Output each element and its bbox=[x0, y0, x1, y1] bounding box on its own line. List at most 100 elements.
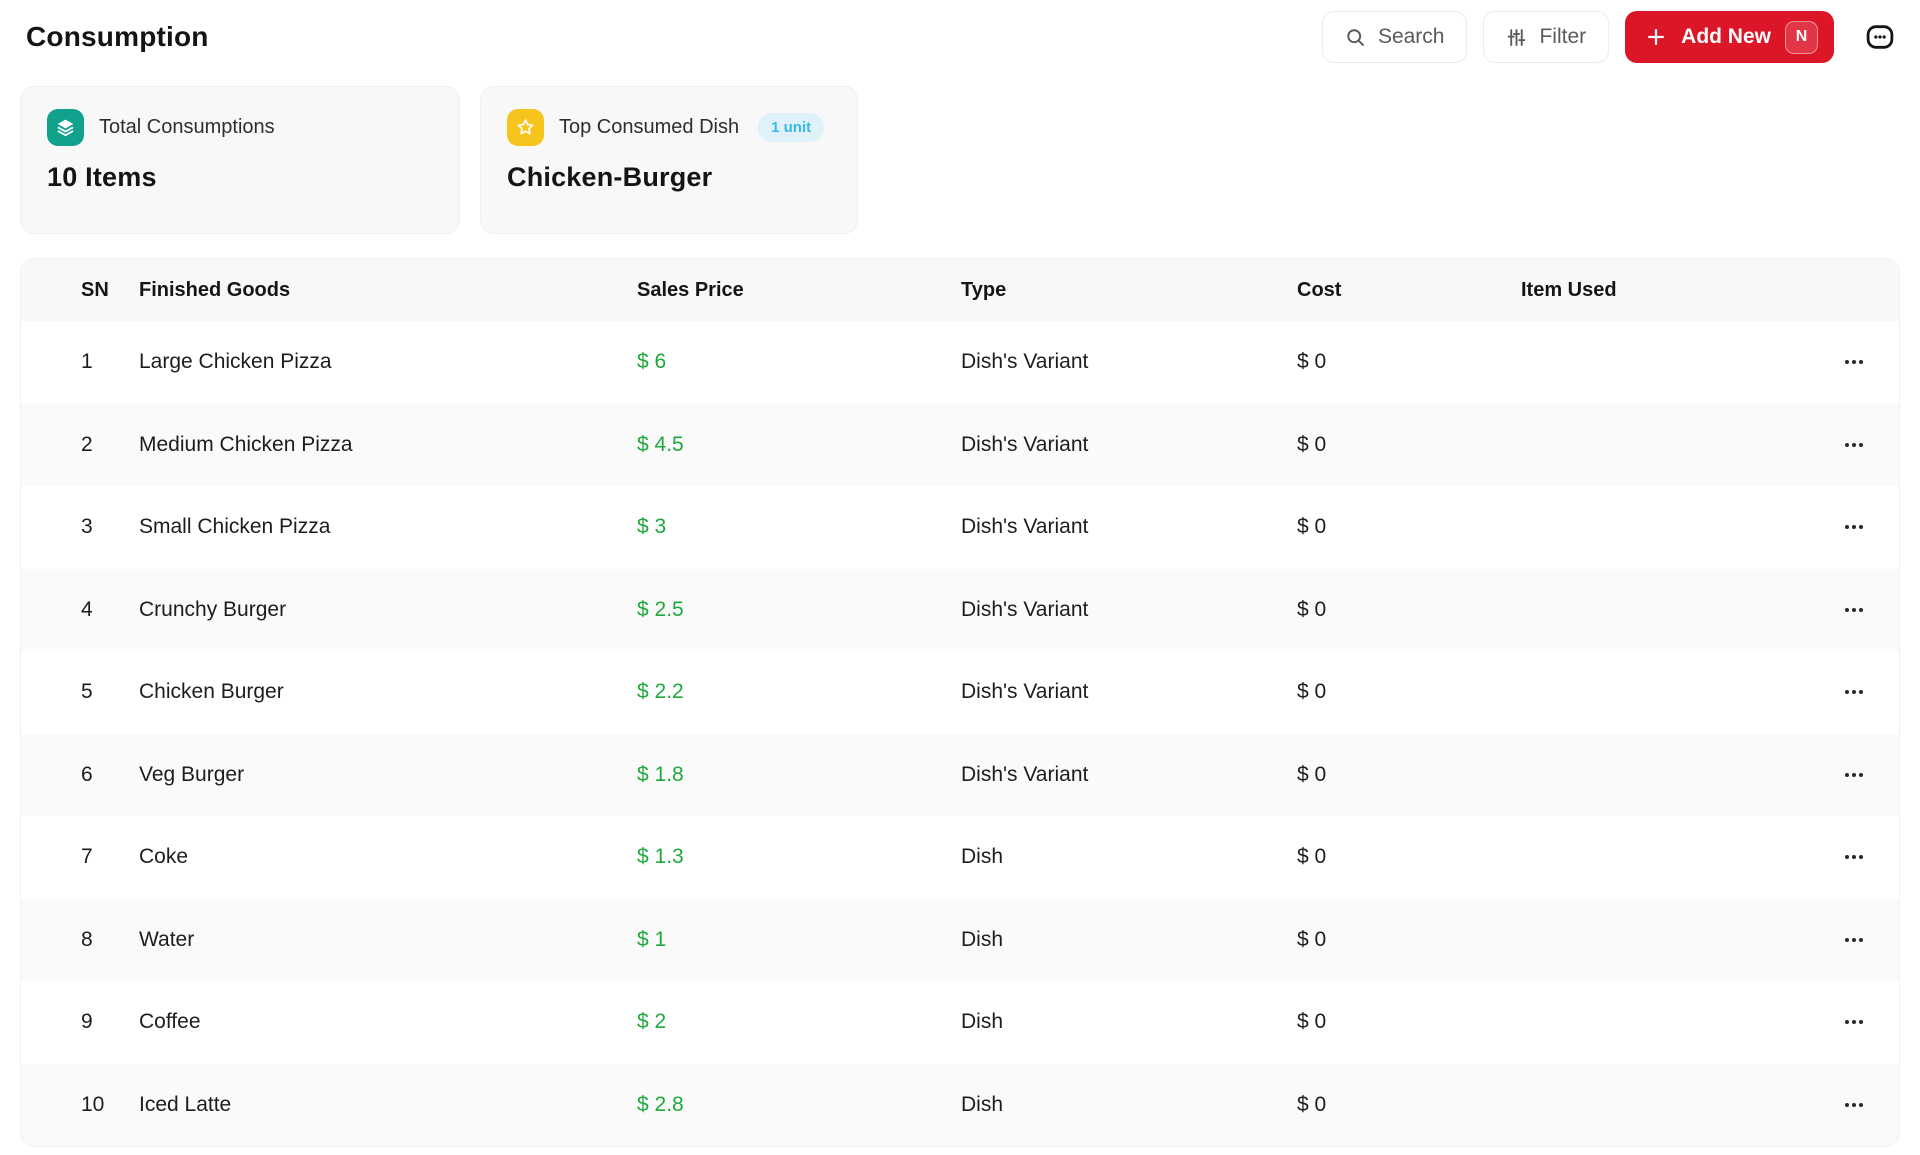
table-row[interactable]: 8 Water $ 1 Dish $ 0 bbox=[21, 899, 1899, 982]
cell-type: Dish's Variant bbox=[961, 433, 1297, 457]
table-row[interactable]: 6 Veg Burger $ 1.8 Dish's Variant $ 0 bbox=[21, 734, 1899, 817]
row-actions-button[interactable] bbox=[1841, 767, 1900, 783]
cell-type: Dish's Variant bbox=[961, 515, 1297, 539]
row-actions-button[interactable] bbox=[1841, 1097, 1900, 1113]
card-label: Total Consumptions bbox=[99, 116, 275, 139]
column-header-sn: SN bbox=[81, 279, 139, 302]
cell-type: Dish bbox=[961, 928, 1297, 952]
total-consumptions-card: Total Consumptions 10 Items bbox=[20, 86, 460, 234]
cell-price: $ 2 bbox=[637, 1010, 961, 1034]
cell-sn: 6 bbox=[81, 763, 139, 787]
row-actions-button[interactable] bbox=[1841, 684, 1900, 700]
cell-sn: 2 bbox=[81, 433, 139, 457]
column-header-item-used: Item Used bbox=[1521, 279, 1841, 302]
table-row[interactable]: 1 Large Chicken Pizza $ 6 Dish's Variant… bbox=[21, 321, 1899, 404]
cell-price: $ 2.8 bbox=[637, 1093, 961, 1117]
cell-cost: $ 0 bbox=[1297, 680, 1521, 704]
cell-type: Dish's Variant bbox=[961, 598, 1297, 622]
plus-icon bbox=[1645, 26, 1667, 48]
cell-price: $ 4.5 bbox=[637, 433, 961, 457]
table-row[interactable]: 4 Crunchy Burger $ 2.5 Dish's Variant $ … bbox=[21, 569, 1899, 652]
cell-cost: $ 0 bbox=[1297, 350, 1521, 374]
cell-name: Large Chicken Pizza bbox=[139, 350, 637, 374]
cell-sn: 5 bbox=[81, 680, 139, 704]
search-button-label: Search bbox=[1378, 25, 1445, 49]
row-actions-button[interactable] bbox=[1841, 932, 1900, 948]
topbar-actions: Search Filter Add New bbox=[1322, 11, 1900, 63]
cell-name: Small Chicken Pizza bbox=[139, 515, 637, 539]
filter-sliders-icon bbox=[1506, 27, 1527, 48]
cell-name: Crunchy Burger bbox=[139, 598, 637, 622]
card-label: Top Consumed Dish bbox=[559, 116, 739, 139]
top-consumed-dish-card: Top Consumed Dish 1 unit Chicken-Burger bbox=[480, 86, 858, 234]
column-header-sales-price: Sales Price bbox=[637, 279, 961, 302]
cell-type: Dish's Variant bbox=[961, 763, 1297, 787]
cell-type: Dish bbox=[961, 845, 1297, 869]
ellipsis-box-icon bbox=[1863, 20, 1897, 54]
cell-sn: 10 bbox=[81, 1093, 139, 1117]
row-actions-button[interactable] bbox=[1841, 602, 1900, 618]
cell-cost: $ 0 bbox=[1297, 433, 1521, 457]
cell-cost: $ 0 bbox=[1297, 1093, 1521, 1117]
filter-button-label: Filter bbox=[1539, 25, 1586, 49]
cell-sn: 3 bbox=[81, 515, 139, 539]
cell-name: Coffee bbox=[139, 1010, 637, 1034]
cell-type: Dish bbox=[961, 1093, 1297, 1117]
cell-price: $ 1.8 bbox=[637, 763, 961, 787]
row-actions-button[interactable] bbox=[1841, 437, 1900, 453]
cell-cost: $ 0 bbox=[1297, 598, 1521, 622]
table-header-row: SN Finished Goods Sales Price Type Cost … bbox=[21, 259, 1899, 321]
column-header-finished-goods: Finished Goods bbox=[139, 279, 637, 302]
cell-cost: $ 0 bbox=[1297, 928, 1521, 952]
cell-price: $ 1 bbox=[637, 928, 961, 952]
column-header-cost: Cost bbox=[1297, 279, 1521, 302]
topbar: Consumption Search Filter bbox=[20, 10, 1900, 64]
summary-cards: Total Consumptions 10 Items Top Consumed… bbox=[20, 86, 1900, 234]
row-actions-button[interactable] bbox=[1841, 1014, 1900, 1030]
table-row[interactable]: 3 Small Chicken Pizza $ 3 Dish's Variant… bbox=[21, 486, 1899, 569]
cell-name: Water bbox=[139, 928, 637, 952]
consumption-page: Consumption Search Filter bbox=[0, 0, 1920, 1147]
cell-cost: $ 0 bbox=[1297, 845, 1521, 869]
cell-price: $ 2.2 bbox=[637, 680, 961, 704]
add-new-button[interactable]: Add New N bbox=[1625, 11, 1834, 63]
table-row[interactable]: 10 Iced Latte $ 2.8 Dish $ 0 bbox=[21, 1064, 1899, 1147]
consumption-table: SN Finished Goods Sales Price Type Cost … bbox=[20, 258, 1900, 1147]
cell-price: $ 2.5 bbox=[637, 598, 961, 622]
cell-price: $ 6 bbox=[637, 350, 961, 374]
layers-icon bbox=[47, 109, 84, 146]
row-actions-button[interactable] bbox=[1841, 849, 1900, 865]
cell-type: Dish bbox=[961, 1010, 1297, 1034]
page-title: Consumption bbox=[26, 21, 209, 53]
table-row[interactable]: 2 Medium Chicken Pizza $ 4.5 Dish's Vari… bbox=[21, 404, 1899, 487]
cell-cost: $ 0 bbox=[1297, 763, 1521, 787]
total-consumptions-value: 10 Items bbox=[47, 162, 433, 193]
cell-sn: 9 bbox=[81, 1010, 139, 1034]
cell-type: Dish's Variant bbox=[961, 350, 1297, 374]
command-menu-button[interactable] bbox=[1860, 17, 1900, 57]
cell-price: $ 1.3 bbox=[637, 845, 961, 869]
star-icon bbox=[507, 109, 544, 146]
cell-sn: 1 bbox=[81, 350, 139, 374]
cell-name: Iced Latte bbox=[139, 1093, 637, 1117]
table-row[interactable]: 7 Coke $ 1.3 Dish $ 0 bbox=[21, 816, 1899, 899]
table-body: 1 Large Chicken Pizza $ 6 Dish's Variant… bbox=[21, 321, 1899, 1146]
filter-button[interactable]: Filter bbox=[1483, 11, 1609, 63]
row-actions-button[interactable] bbox=[1841, 354, 1900, 370]
unit-count-badge: 1 unit bbox=[758, 113, 824, 142]
cell-cost: $ 0 bbox=[1297, 1010, 1521, 1034]
row-actions-button[interactable] bbox=[1841, 519, 1900, 535]
column-header-type: Type bbox=[961, 279, 1297, 302]
cell-name: Veg Burger bbox=[139, 763, 637, 787]
search-icon bbox=[1345, 27, 1366, 48]
add-new-button-label: Add New bbox=[1681, 25, 1771, 49]
cell-sn: 7 bbox=[81, 845, 139, 869]
shortcut-badge: N bbox=[1785, 21, 1818, 54]
search-button[interactable]: Search bbox=[1322, 11, 1468, 63]
cell-sn: 4 bbox=[81, 598, 139, 622]
top-consumed-dish-value: Chicken-Burger bbox=[507, 162, 831, 193]
table-row[interactable]: 5 Chicken Burger $ 2.2 Dish's Variant $ … bbox=[21, 651, 1899, 734]
table-row[interactable]: 9 Coffee $ 2 Dish $ 0 bbox=[21, 981, 1899, 1064]
cell-price: $ 3 bbox=[637, 515, 961, 539]
cell-name: Chicken Burger bbox=[139, 680, 637, 704]
